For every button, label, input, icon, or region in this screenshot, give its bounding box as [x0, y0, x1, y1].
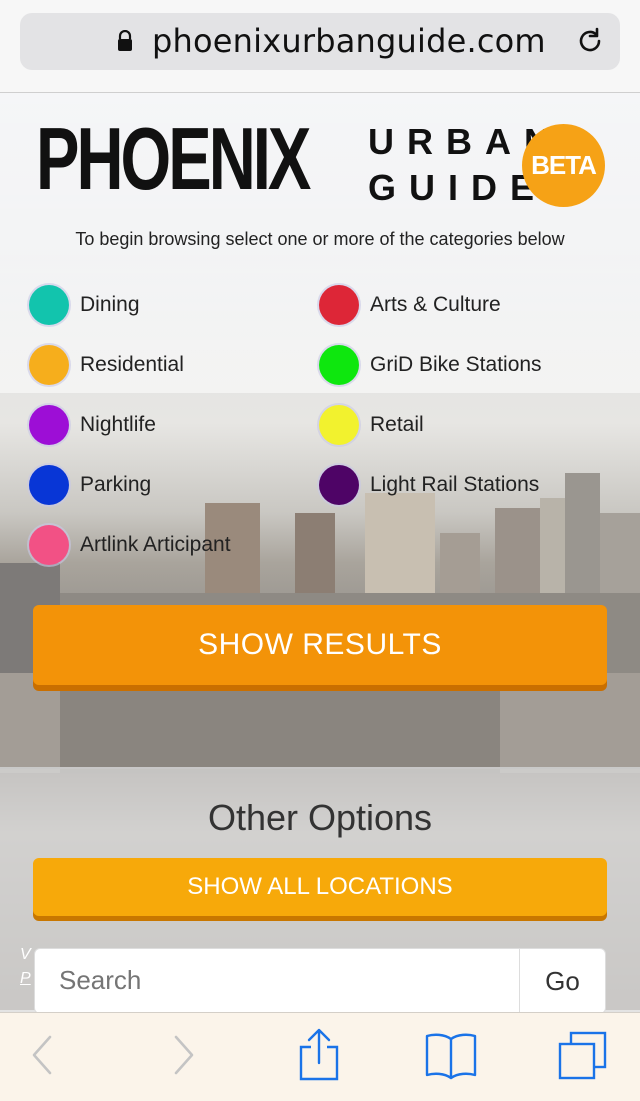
category-parking[interactable]: Parking — [29, 464, 151, 506]
category-residential[interactable]: Residential — [29, 344, 184, 386]
retail-dot[interactable] — [319, 405, 359, 445]
address-bar-area: phoenixurbanguide.com — [0, 0, 640, 93]
category-label: Light Rail Stations — [370, 473, 540, 496]
parking-dot[interactable] — [29, 465, 69, 505]
show-all-locations-button[interactable]: SHOW ALL LOCATIONS — [33, 858, 607, 916]
artlink-dot[interactable] — [29, 525, 69, 565]
category-label: GriD Bike Stations — [370, 353, 542, 376]
category-dining[interactable]: Dining — [29, 284, 140, 326]
category-label: Retail — [370, 413, 424, 436]
category-nightlife[interactable]: Nightlife — [29, 404, 156, 446]
intro-text: To begin browsing select one or more of … — [75, 229, 565, 249]
category-label: Parking — [80, 473, 152, 496]
partial-link[interactable]: P — [20, 970, 31, 988]
dining-dot[interactable] — [29, 285, 69, 325]
forward-icon[interactable] — [170, 1033, 196, 1077]
logo-phoenix: PHOENIX — [36, 109, 311, 208]
residential-dot[interactable] — [29, 345, 69, 385]
search-field[interactable] — [34, 948, 519, 1014]
url-text[interactable]: phoenixurbanguide.com — [152, 22, 546, 60]
grid-bike-dot[interactable] — [319, 345, 359, 385]
category-arts-culture[interactable]: Arts & Culture — [319, 284, 501, 326]
arts-culture-dot[interactable] — [319, 285, 359, 325]
light-rail-dot[interactable] — [319, 465, 359, 505]
share-icon[interactable] — [297, 1027, 341, 1083]
category-retail[interactable]: Retail — [319, 404, 424, 446]
beta-badge: BETA — [522, 124, 605, 207]
category-label: Residential — [80, 353, 184, 376]
other-options-title: Other Options — [207, 797, 433, 838]
logo-guide: GUIDE — [368, 167, 548, 208]
reload-icon[interactable] — [575, 26, 605, 56]
partial-text: V — [20, 946, 31, 963]
category-label: Dining — [80, 293, 140, 316]
search-input[interactable] — [57, 949, 501, 1011]
tabs-icon[interactable] — [557, 1031, 609, 1083]
category-light-rail-stations[interactable]: Light Rail Stations — [319, 464, 539, 506]
nightlife-dot[interactable] — [29, 405, 69, 445]
category-label: Artlink Articipant — [80, 533, 231, 556]
category-artlink-articipant[interactable]: Artlink Articipant — [29, 524, 231, 566]
lock-icon — [118, 30, 132, 51]
category-grid-bike-stations[interactable]: GriD Bike Stations — [319, 344, 542, 386]
back-icon[interactable] — [30, 1033, 56, 1077]
show-results-button[interactable]: SHOW RESULTS — [33, 605, 607, 685]
category-label: Nightlife — [80, 413, 156, 436]
go-button[interactable]: Go — [519, 948, 606, 1014]
bookmarks-icon[interactable] — [424, 1031, 478, 1081]
browser-toolbar — [0, 1012, 640, 1101]
category-label: Arts & Culture — [370, 293, 501, 316]
